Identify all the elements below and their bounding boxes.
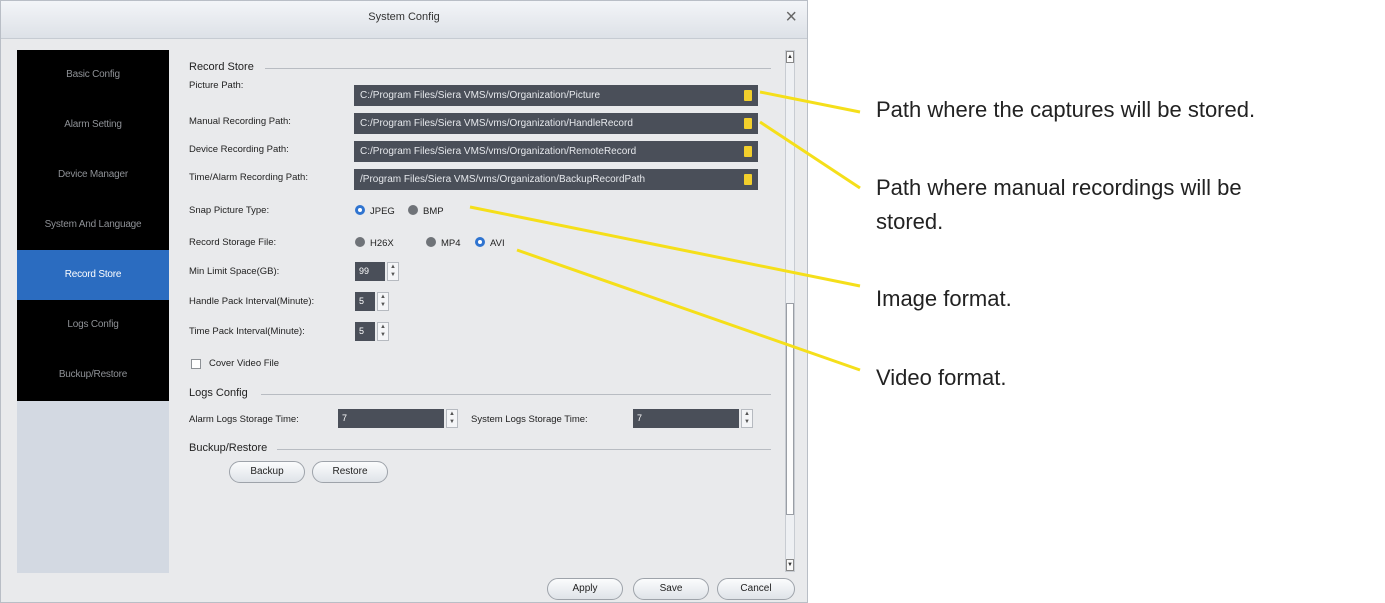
radio-avi[interactable]: AVI: [475, 237, 505, 249]
radio-unselected-icon: [355, 237, 365, 247]
backup-restore-title: Buckup/Restore: [189, 442, 268, 454]
radio-mp4-label: MP4: [441, 238, 461, 249]
divider: [265, 68, 771, 69]
min-space-stepper[interactable]: 99 ▲ ▼: [355, 262, 401, 281]
min-space-value[interactable]: 99: [355, 262, 385, 281]
sidebar-item-system-language[interactable]: System And Language: [17, 200, 169, 250]
annotation-video-format: Video format.: [876, 365, 1007, 390]
radio-selected-icon: [475, 237, 485, 247]
record-store-title: Record Store: [189, 61, 254, 73]
time-pack-stepper[interactable]: 5 ▲ ▼: [355, 322, 401, 341]
radio-jpeg-label: JPEG: [370, 206, 395, 217]
spin-arrows-icon[interactable]: ▲ ▼: [377, 292, 389, 311]
folder-icon[interactable]: [744, 146, 752, 157]
sidebar: Basic Config Alarm Setting Device Manage…: [17, 50, 169, 401]
radio-bmp[interactable]: BMP: [408, 205, 444, 217]
annotation-picture-path: Path where the captures will be stored.: [876, 97, 1256, 122]
picture-path-field[interactable]: C:/Program Files/Siera VMS/vms/Organizat…: [354, 85, 758, 106]
spin-arrows-icon[interactable]: ▲ ▼: [387, 262, 399, 281]
alarm-logs-stepper[interactable]: 7 ▲ ▼: [338, 409, 462, 428]
handle-pack-stepper[interactable]: 5 ▲ ▼: [355, 292, 401, 311]
folder-icon[interactable]: [744, 118, 752, 129]
radio-selected-icon: [355, 205, 365, 215]
time-pack-label: Time Pack Interval(Minute):: [189, 326, 305, 337]
sidebar-item-record-store[interactable]: Record Store: [17, 250, 169, 300]
folder-icon[interactable]: [744, 90, 752, 101]
scroll-thumb[interactable]: [786, 303, 794, 515]
cover-video-label: Cover Video File: [209, 358, 280, 369]
storage-file-label: Record Storage File:: [189, 237, 277, 248]
radio-avi-label: AVI: [490, 238, 505, 249]
folder-icon[interactable]: [744, 174, 752, 185]
vertical-scrollbar[interactable]: ▲ ▼: [785, 50, 795, 572]
save-button[interactable]: Save: [633, 578, 709, 600]
cover-video-checkbox[interactable]: [191, 359, 201, 369]
radio-unselected-icon: [408, 205, 418, 215]
manual-path-label: Manual Recording Path:: [189, 116, 291, 127]
radio-bmp-label: BMP: [423, 206, 444, 217]
time-pack-value[interactable]: 5: [355, 322, 375, 341]
manual-path-field[interactable]: C:/Program Files/Siera VMS/vms/Organizat…: [354, 113, 758, 134]
window-title: System Config: [368, 11, 440, 23]
spin-arrows-icon[interactable]: ▲ ▼: [446, 409, 458, 428]
backup-button[interactable]: Backup: [229, 461, 305, 483]
snap-type-label: Snap Picture Type:: [189, 205, 270, 216]
radio-h26x[interactable]: H26X: [355, 237, 394, 249]
annotation-manual-path-2: stored.: [876, 209, 944, 234]
scroll-up-icon[interactable]: ▲: [786, 51, 794, 63]
device-path-value: C:/Program Files/Siera VMS/vms/Organizat…: [360, 146, 637, 157]
alarm-path-label: Time/Alarm Recording Path:: [189, 172, 308, 183]
system-logs-label: System Logs Storage Time:: [471, 414, 588, 425]
record-store-panel: Record Store Picture Path: C:/Program Fi…: [181, 47, 781, 577]
cancel-button[interactable]: Cancel: [717, 578, 795, 600]
handle-pack-label: Handle Pack Interval(Minute):: [189, 296, 315, 307]
alarm-path-field[interactable]: /Program Files/Siera VMS/vms/Organizatio…: [354, 169, 758, 190]
restore-button[interactable]: Restore: [312, 461, 388, 483]
system-logs-stepper[interactable]: 7 ▲ ▼: [633, 409, 757, 428]
sidebar-item-alarm-setting[interactable]: Alarm Setting: [17, 100, 169, 150]
spin-arrows-icon[interactable]: ▲ ▼: [377, 322, 389, 341]
alarm-path-value: /Program Files/Siera VMS/vms/Organizatio…: [360, 174, 646, 185]
manual-path-value: C:/Program Files/Siera VMS/vms/Organizat…: [360, 118, 633, 129]
title-bar: System Config ×: [1, 1, 807, 39]
device-path-label: Device Recording Path:: [189, 144, 289, 155]
system-logs-value[interactable]: 7: [633, 409, 739, 428]
divider: [277, 449, 771, 450]
radio-unselected-icon: [426, 237, 436, 247]
sidebar-item-device-manager[interactable]: Device Manager: [17, 150, 169, 200]
alarm-logs-value[interactable]: 7: [338, 409, 444, 428]
spin-arrows-icon[interactable]: ▲ ▼: [741, 409, 753, 428]
picture-path-value: C:/Program Files/Siera VMS/vms/Organizat…: [360, 90, 601, 101]
sidebar-empty-area: [17, 401, 169, 573]
sidebar-item-backup-restore[interactable]: Buckup/Restore: [17, 350, 169, 400]
min-space-label: Min Limit Space(GB):: [189, 266, 280, 277]
close-icon[interactable]: ×: [785, 7, 797, 27]
handle-pack-value[interactable]: 5: [355, 292, 375, 311]
annotation-manual-path-1: Path where manual recordings will be: [876, 175, 1242, 200]
device-path-field[interactable]: C:/Program Files/Siera VMS/vms/Organizat…: [354, 141, 758, 162]
scroll-down-icon[interactable]: ▼: [786, 559, 794, 571]
radio-h26x-label: H26X: [370, 238, 394, 249]
radio-jpeg[interactable]: JPEG: [355, 205, 395, 217]
sidebar-item-basic-config[interactable]: Basic Config: [17, 50, 169, 100]
radio-mp4[interactable]: MP4: [426, 237, 461, 249]
sidebar-item-logs-config[interactable]: Logs Config: [17, 300, 169, 350]
logs-config-title: Logs Config: [189, 387, 248, 399]
alarm-logs-label: Alarm Logs Storage Time:: [189, 414, 299, 425]
picture-path-label: Picture Path:: [189, 80, 244, 91]
annotation-image-format: Image format.: [876, 286, 1012, 311]
apply-button[interactable]: Apply: [547, 578, 623, 600]
system-config-window: System Config × Basic Config Alarm Setti…: [0, 0, 808, 603]
divider: [261, 394, 771, 395]
